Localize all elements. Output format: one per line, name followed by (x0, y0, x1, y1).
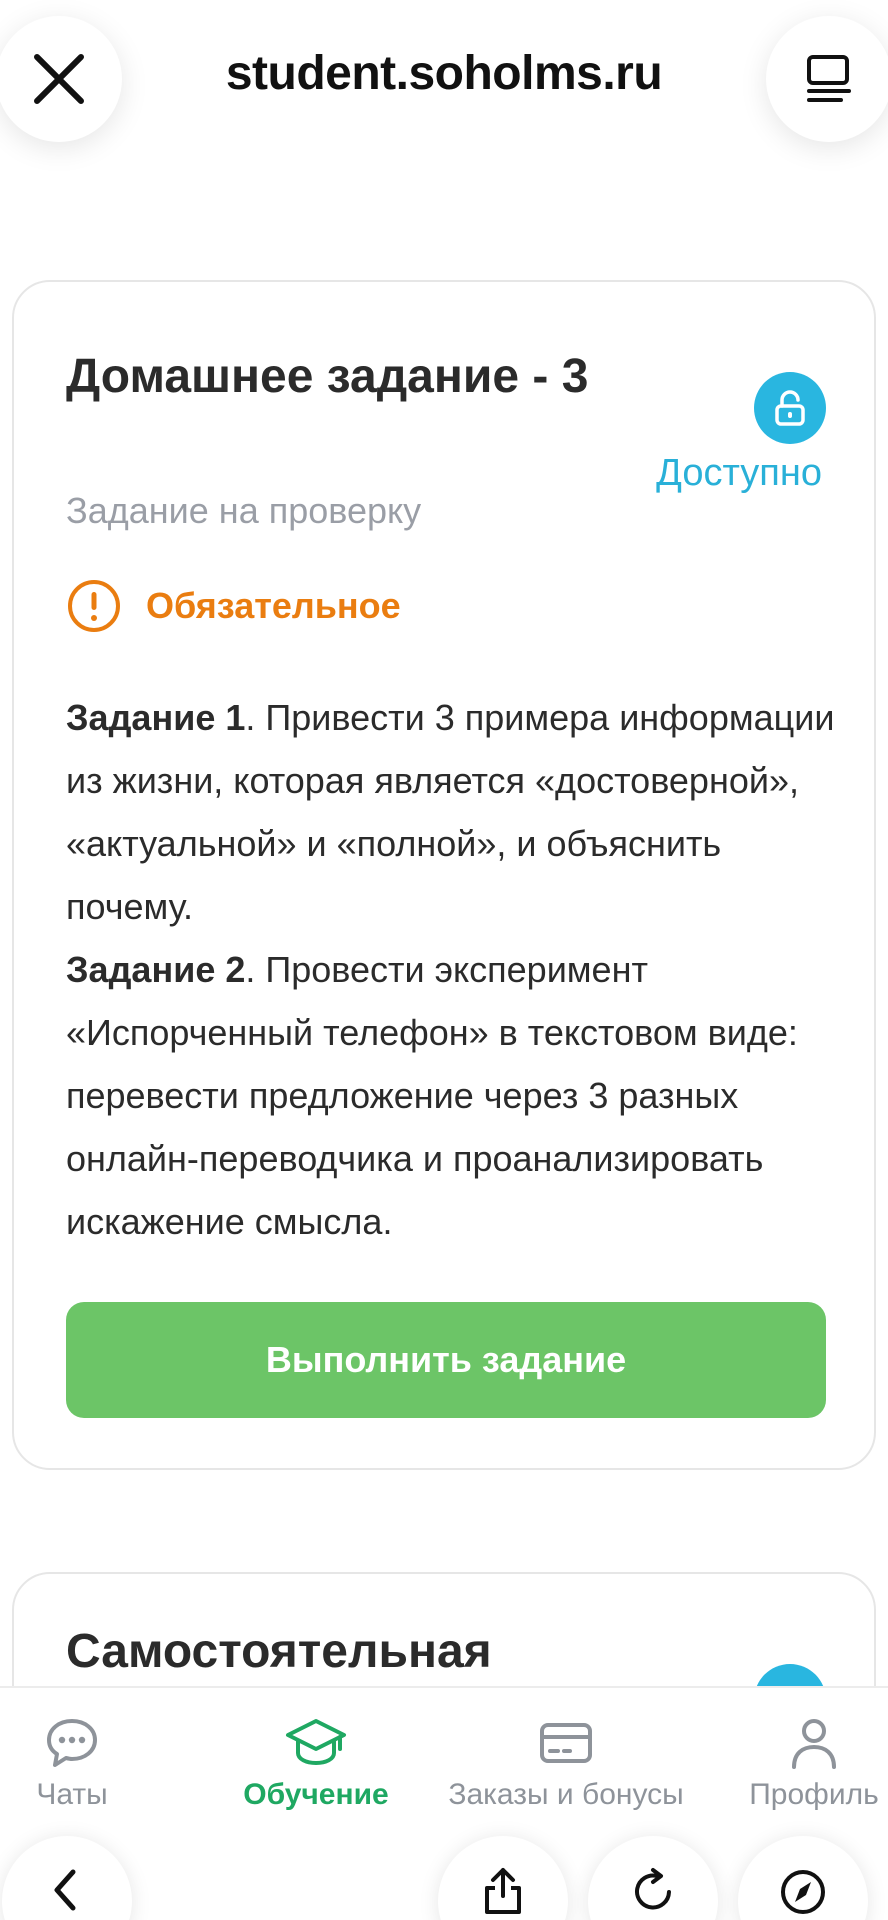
task-title: Домашнее задание - 3 (66, 350, 589, 403)
graduation-cap-icon (284, 1714, 348, 1772)
reload-button[interactable] (588, 1836, 718, 1920)
warning-icon (68, 580, 120, 632)
chat-icon (44, 1714, 100, 1772)
task-item-label: Задание 2 (66, 949, 246, 990)
task-description: Задание 1. Привести 3 примера информации… (66, 686, 846, 1253)
page: student.soholms.ru Домашнее задание - 3 … (0, 0, 888, 1920)
availability-status: Доступно (656, 452, 822, 494)
chevron-left-icon (54, 1869, 76, 1911)
unlock-badge (754, 372, 826, 444)
task-card: Домашнее задание - 3 Задание на проверку… (12, 280, 876, 1470)
share-button[interactable] (438, 1836, 568, 1920)
url-label[interactable]: student.soholms.ru (160, 46, 728, 101)
required-indicator: Обязательное (66, 578, 401, 634)
task-item-text: . Провести эксперимент «Испорченный теле… (66, 949, 798, 1242)
next-task-title: Самостоятельная (66, 1625, 492, 1678)
compass-icon (781, 1870, 825, 1914)
browser-top-bar: student.soholms.ru (0, 0, 888, 200)
task-item-label: Задание 1 (66, 697, 246, 738)
compass-button[interactable] (738, 1836, 868, 1920)
tab-chats[interactable]: Чаты (22, 1688, 122, 1828)
bottom-tab-bar: Чаты Обучение Заказы и бонусы Профиль (0, 1686, 888, 1826)
reload-icon (635, 1868, 671, 1910)
tabs-button[interactable] (766, 16, 888, 142)
required-label: Обязательное (146, 585, 401, 626)
tabs-icon (807, 55, 851, 102)
tab-learning[interactable]: Обучение (236, 1688, 396, 1828)
tab-orders-bonuses[interactable]: Заказы и бонусы (436, 1688, 696, 1828)
complete-task-button[interactable]: Выполнить задание (66, 1302, 826, 1418)
profile-icon (786, 1714, 842, 1772)
tab-label: Обучение (243, 1778, 389, 1811)
card-icon (538, 1714, 594, 1772)
close-icon (34, 54, 84, 104)
tab-label: Чаты (36, 1778, 108, 1811)
tab-profile[interactable]: Профиль (740, 1688, 888, 1828)
tab-label: Заказы и бонусы (448, 1778, 684, 1811)
tab-label: Профиль (749, 1778, 879, 1811)
task-type: Задание на проверку (66, 490, 422, 531)
browser-bottom-bar (0, 1826, 888, 1920)
back-button[interactable] (2, 1836, 132, 1920)
close-button[interactable] (0, 16, 122, 142)
share-icon (485, 1868, 521, 1914)
unlock-icon (775, 390, 805, 426)
